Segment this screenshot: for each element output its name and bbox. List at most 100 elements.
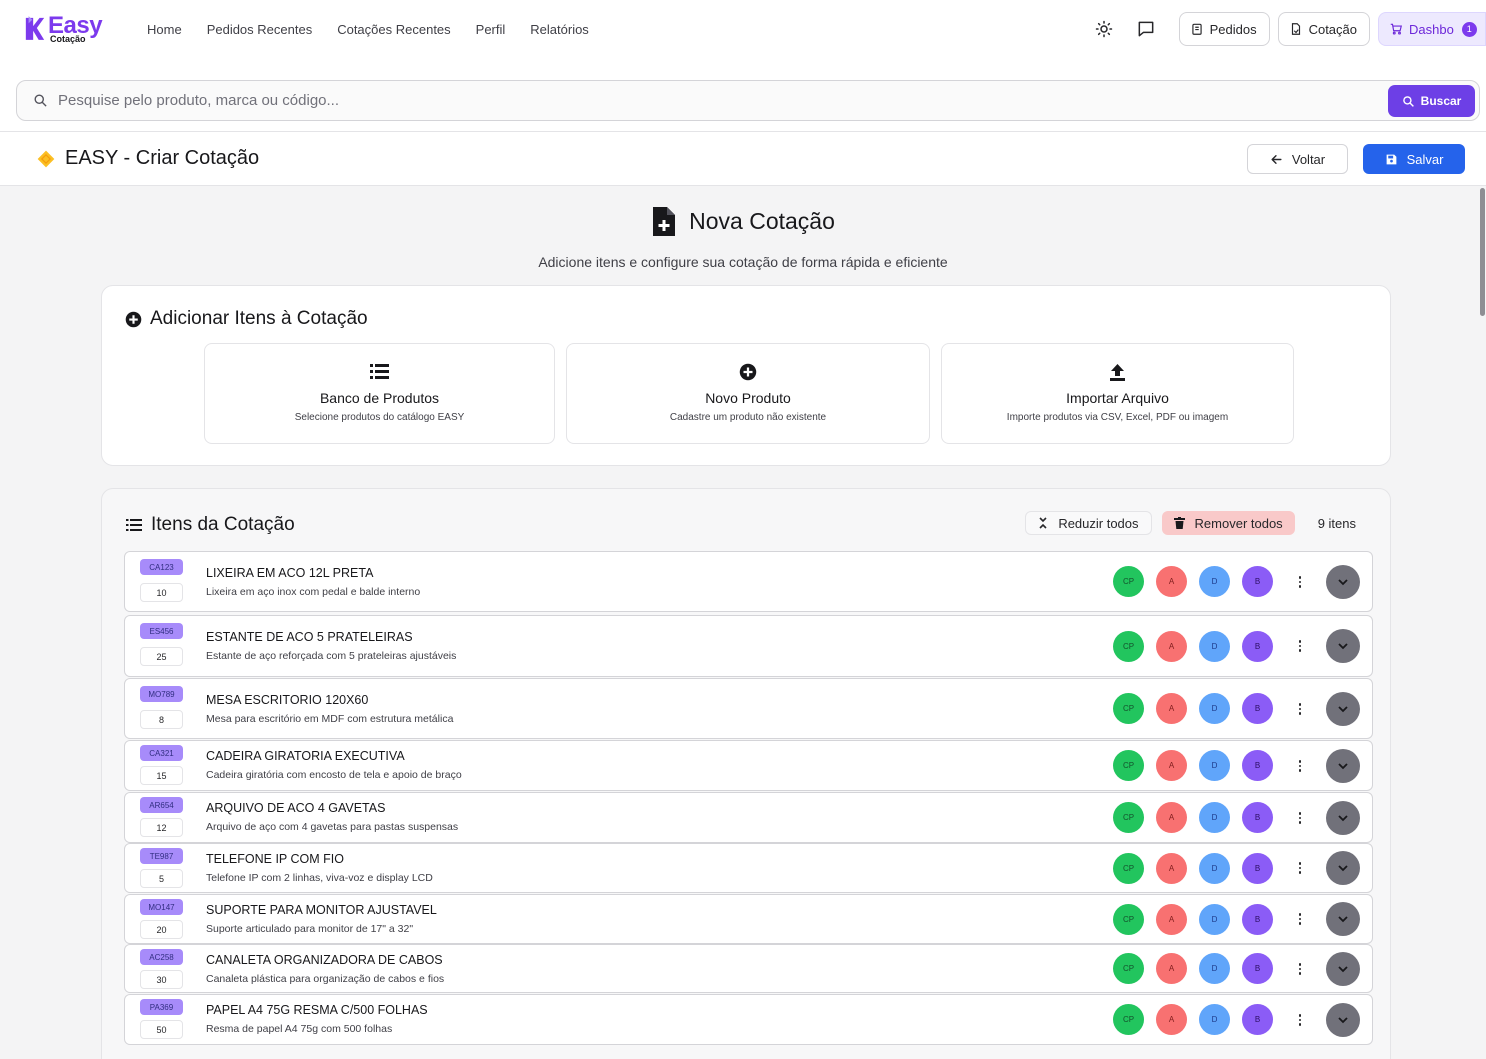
more-options-icon[interactable]: [1295, 699, 1305, 719]
supplier-chip-a[interactable]: A: [1156, 802, 1187, 833]
nav-relatorios[interactable]: Relatórios: [530, 22, 589, 37]
item-row[interactable]: MO789 8 MESA ESCRITORIO 120X60 Mesa para es…: [124, 678, 1373, 739]
nav-home[interactable]: Home: [147, 22, 182, 37]
supplier-chip-cp[interactable]: CP: [1113, 566, 1144, 597]
expand-row-button[interactable]: [1326, 692, 1360, 726]
item-quantity[interactable]: 50: [140, 1020, 183, 1039]
supplier-chip-cp[interactable]: CP: [1113, 953, 1144, 984]
chevron-down-icon: [1338, 705, 1348, 712]
item-row[interactable]: AR654 12 ARQUIVO DE ACO 4 GAVETAS Arquivo d…: [124, 792, 1373, 843]
hero-subtitle: Adicione itens e configure sua cotação d…: [538, 254, 948, 270]
option-product-bank[interactable]: Banco de Produtos Selecione produtos do …: [204, 343, 555, 444]
expand-row-button[interactable]: [1326, 801, 1360, 835]
search-button[interactable]: Buscar: [1388, 85, 1475, 117]
dashboard-button[interactable]: Dashbo 1: [1378, 12, 1486, 46]
supplier-chip-d[interactable]: D: [1199, 693, 1230, 724]
supplier-chip-a[interactable]: A: [1156, 953, 1187, 984]
supplier-chip-cp[interactable]: CP: [1113, 693, 1144, 724]
messages-button[interactable]: [1129, 12, 1163, 46]
cotacao-button[interactable]: Cotação: [1277, 12, 1370, 46]
more-options-icon[interactable]: [1295, 1010, 1305, 1030]
supplier-chip-a[interactable]: A: [1156, 693, 1187, 724]
page-title-text: EASY - Criar Cotação: [65, 147, 260, 169]
supplier-chip-d[interactable]: D: [1199, 953, 1230, 984]
item-quantity[interactable]: 30: [140, 970, 183, 989]
collapse-all-button[interactable]: Reduzir todos: [1025, 511, 1152, 535]
expand-row-button[interactable]: [1326, 629, 1360, 663]
supplier-chip-d[interactable]: D: [1199, 566, 1230, 597]
item-row[interactable]: TE987 5 TELEFONE IP COM FIO Telefone IP com…: [124, 843, 1373, 893]
supplier-chip-a[interactable]: A: [1156, 1004, 1187, 1035]
more-options-icon[interactable]: [1295, 808, 1305, 828]
remove-all-button[interactable]: Remover todos: [1161, 511, 1295, 535]
supplier-chip-b[interactable]: B: [1242, 802, 1273, 833]
supplier-chip-d[interactable]: D: [1199, 904, 1230, 935]
save-button[interactable]: Salvar: [1363, 144, 1465, 174]
more-options-icon[interactable]: [1295, 636, 1305, 656]
nav-cotacoes-recentes[interactable]: Cotações Recentes: [337, 22, 450, 37]
expand-row-button[interactable]: [1326, 565, 1360, 599]
more-options-icon[interactable]: [1295, 959, 1305, 979]
supplier-chip-b[interactable]: B: [1242, 693, 1273, 724]
supplier-chip-a[interactable]: A: [1156, 631, 1187, 662]
more-options-icon[interactable]: [1295, 858, 1305, 878]
supplier-chip-d[interactable]: D: [1199, 802, 1230, 833]
supplier-chip-cp[interactable]: CP: [1113, 802, 1144, 833]
scrollbar-thumb[interactable]: [1480, 188, 1485, 316]
item-row[interactable]: CA123 10 LIXEIRA EM ACO 12L PRETA Lixeira e…: [124, 551, 1373, 612]
supplier-chip-b[interactable]: B: [1242, 953, 1273, 984]
supplier-chip-d[interactable]: D: [1199, 1004, 1230, 1035]
item-quantity[interactable]: 5: [140, 869, 183, 888]
back-button[interactable]: Voltar: [1247, 144, 1348, 174]
option-new-product[interactable]: Novo Produto Cadastre um produto não exi…: [566, 343, 930, 444]
supplier-chip-b[interactable]: B: [1242, 853, 1273, 884]
item-quantity[interactable]: 20: [140, 920, 183, 939]
item-quantity[interactable]: 8: [140, 710, 183, 729]
nav-perfil[interactable]: Perfil: [476, 22, 506, 37]
page-scrollbar[interactable]: [1479, 186, 1486, 1059]
save-icon: [1386, 154, 1396, 164]
supplier-chip-a[interactable]: A: [1156, 853, 1187, 884]
expand-row-button[interactable]: [1326, 902, 1360, 936]
expand-row-button[interactable]: [1326, 749, 1360, 783]
brand-logo[interactable]: Easy Cotação: [24, 14, 103, 44]
option-import-file[interactable]: Importar Arquivo Importe produtos via CS…: [941, 343, 1294, 444]
supplier-chip-a[interactable]: A: [1156, 566, 1187, 597]
item-quantity[interactable]: 15: [140, 766, 183, 785]
supplier-chip-b[interactable]: B: [1242, 1004, 1273, 1035]
expand-row-button[interactable]: [1326, 952, 1360, 986]
item-description: Canaleta plástica para organização de ca…: [206, 973, 445, 985]
item-row[interactable]: ES456 25 ESTANTE DE ACO 5 PRATELEIRAS Estan…: [124, 615, 1373, 677]
item-row[interactable]: MO147 20 SUPORTE PARA MONITOR AJUSTAVEL Sup…: [124, 894, 1373, 944]
expand-row-button[interactable]: [1326, 1003, 1360, 1037]
chevron-down-icon: [1338, 965, 1348, 972]
supplier-chip-d[interactable]: D: [1199, 750, 1230, 781]
search-input[interactable]: [58, 92, 1358, 109]
item-row[interactable]: PA369 50 PAPEL A4 75G RESMA C/500 FOLHAS Re…: [124, 994, 1373, 1045]
more-options-icon[interactable]: [1295, 756, 1305, 776]
expand-row-button[interactable]: [1326, 851, 1360, 885]
nav-pedidos-recentes[interactable]: Pedidos Recentes: [207, 22, 313, 37]
supplier-chip-d[interactable]: D: [1199, 853, 1230, 884]
supplier-chip-a[interactable]: A: [1156, 750, 1187, 781]
supplier-chip-d[interactable]: D: [1199, 631, 1230, 662]
item-row[interactable]: CA321 15 CADEIRA GIRATORIA EXECUTIVA Cadeir…: [124, 740, 1373, 791]
item-quantity[interactable]: 12: [140, 818, 183, 837]
supplier-chip-b[interactable]: B: [1242, 904, 1273, 935]
supplier-chip-cp[interactable]: CP: [1113, 904, 1144, 935]
supplier-chip-cp[interactable]: CP: [1113, 750, 1144, 781]
more-options-icon[interactable]: [1295, 572, 1305, 592]
supplier-chip-cp[interactable]: CP: [1113, 1004, 1144, 1035]
supplier-chip-cp[interactable]: CP: [1113, 631, 1144, 662]
supplier-chip-a[interactable]: A: [1156, 904, 1187, 935]
supplier-chip-cp[interactable]: CP: [1113, 853, 1144, 884]
more-options-icon[interactable]: [1295, 909, 1305, 929]
pedidos-button[interactable]: Pedidos: [1178, 12, 1270, 46]
item-row[interactable]: AC258 30 CANALETA ORGANIZADORA DE CABOS Can…: [124, 944, 1373, 993]
supplier-chip-b[interactable]: B: [1242, 631, 1273, 662]
supplier-chip-b[interactable]: B: [1242, 750, 1273, 781]
item-quantity[interactable]: 10: [140, 583, 183, 602]
theme-toggle-button[interactable]: [1087, 12, 1121, 46]
supplier-chip-b[interactable]: B: [1242, 566, 1273, 597]
item-quantity[interactable]: 25: [140, 647, 183, 666]
